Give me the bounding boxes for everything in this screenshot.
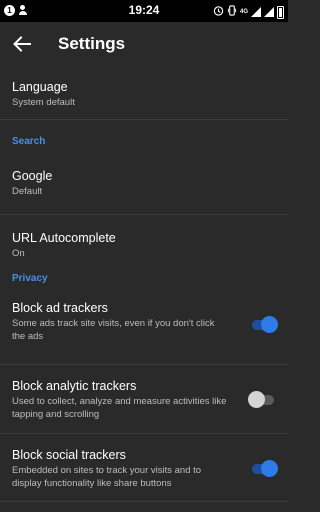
network-type: 4G	[239, 9, 248, 15]
status-bar: 1 19:24 4G	[0, 0, 288, 22]
search-engine-setting[interactable]: Google Default	[0, 158, 288, 215]
page-title: Settings	[58, 34, 126, 53]
arrow-back-icon	[13, 36, 31, 52]
search-engine-title: Google	[12, 169, 53, 183]
vibrate-icon	[227, 3, 237, 21]
toggle-knob	[261, 316, 278, 333]
block-analytic-trackers-toggle[interactable]	[248, 391, 274, 408]
block-social-trackers-setting[interactable]: Block social trackers Embedded on sites …	[0, 434, 288, 502]
url-autocomplete-value: On	[12, 248, 25, 259]
search-engine-value: Default	[12, 186, 43, 197]
alarm-icon	[213, 3, 224, 21]
url-autocomplete-setting[interactable]: URL Autocomplete On	[0, 215, 288, 271]
status-right-icons: 4G	[213, 3, 284, 21]
block-ad-trackers-title: Block ad trackers	[12, 301, 108, 315]
block-analytic-trackers-description: Used to collect, analyze and measure act…	[12, 396, 227, 420]
back-button[interactable]	[8, 30, 36, 58]
block-ad-trackers-toggle[interactable]	[252, 316, 278, 333]
section-header-privacy: Privacy	[12, 273, 48, 284]
signal-icon	[251, 7, 261, 17]
language-setting[interactable]: Language System default	[0, 66, 288, 120]
block-analytic-trackers-setting[interactable]: Block analytic trackers Used to collect,…	[0, 365, 288, 434]
settings-list: Language System default Search Google De…	[0, 66, 288, 502]
app-bar: Settings	[0, 22, 288, 66]
toggle-knob	[261, 460, 278, 477]
section-header-search: Search	[12, 136, 46, 147]
language-value: System default	[12, 97, 75, 108]
block-social-trackers-toggle[interactable]	[252, 460, 278, 477]
block-ad-trackers-setting[interactable]: Block ad trackers Some ads track site vi…	[0, 295, 288, 365]
signal-icon-2	[264, 7, 274, 17]
battery-icon	[277, 5, 284, 19]
url-autocomplete-title: URL Autocomplete	[12, 231, 116, 245]
block-social-trackers-title: Block social trackers	[12, 448, 126, 462]
block-ad-trackers-description: Some ads track site visits, even if you …	[12, 318, 215, 342]
block-social-trackers-description: Embedded on sites to track your visits a…	[12, 465, 202, 489]
block-analytic-trackers-title: Block analytic trackers	[12, 379, 137, 393]
toggle-knob	[248, 391, 265, 408]
language-title: Language	[12, 80, 68, 94]
